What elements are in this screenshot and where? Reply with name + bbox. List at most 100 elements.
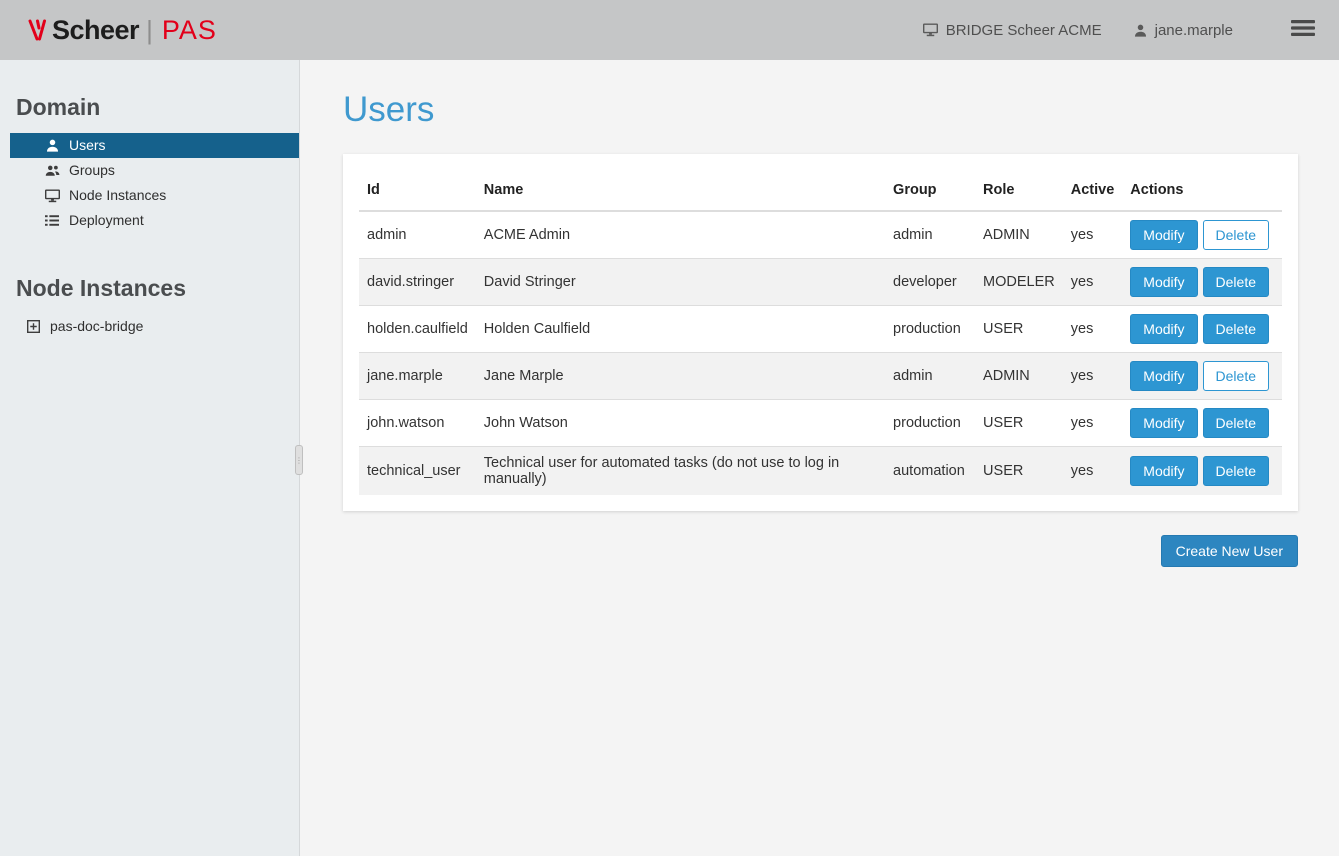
menu-button[interactable] [1291, 19, 1315, 41]
modify-button[interactable]: Modify [1130, 267, 1197, 297]
users-icon [44, 164, 60, 177]
cell-actions: ModifyDelete [1122, 259, 1282, 306]
column-header-active: Active [1063, 170, 1123, 211]
modify-button[interactable]: Modify [1130, 361, 1197, 391]
table-row: adminACME AdminadminADMINyesModifyDelete [359, 211, 1282, 259]
column-header-role: Role [975, 170, 1063, 211]
cell-active: yes [1063, 259, 1123, 306]
top-header: Scheer | PAS BRIDGE Scheer ACME jane.mar… [0, 0, 1339, 60]
cell-name: John Watson [476, 400, 885, 447]
sidebar-item-label: pas-doc-bridge [50, 318, 143, 335]
delete-button[interactable]: Delete [1203, 267, 1269, 297]
cell-actions: ModifyDelete [1122, 211, 1282, 259]
cell-name: Technical user for automated tasks (do n… [476, 447, 885, 496]
logo-divider: | [146, 15, 153, 46]
cell-id: jane.marple [359, 353, 476, 400]
cell-active: yes [1063, 400, 1123, 447]
delete-button[interactable]: Delete [1203, 456, 1269, 486]
user-icon [1134, 24, 1147, 37]
sidebar-item-label: Users [69, 137, 106, 154]
table-row: technical_userTechnical user for automat… [359, 447, 1282, 496]
current-user-label: jane.marple [1155, 22, 1233, 39]
delete-button[interactable]: Delete [1203, 314, 1269, 344]
cell-group: admin [885, 353, 975, 400]
cell-group: developer [885, 259, 975, 306]
brand-name: Scheer [52, 15, 139, 46]
cell-role: ADMIN [975, 353, 1063, 400]
column-header-group: Group [885, 170, 975, 211]
cell-group: admin [885, 211, 975, 259]
create-new-user-button[interactable]: Create New User [1161, 535, 1298, 567]
cell-actions: ModifyDelete [1122, 353, 1282, 400]
cell-role: USER [975, 306, 1063, 353]
column-header-actions: Actions [1122, 170, 1282, 211]
cell-role: USER [975, 400, 1063, 447]
delete-button[interactable]: Delete [1203, 361, 1269, 391]
table-row: holden.caulfieldHolden Caulfieldproducti… [359, 306, 1282, 353]
scheer-mark-icon [27, 18, 47, 42]
cell-id: technical_user [359, 447, 476, 496]
cell-name: Holden Caulfield [476, 306, 885, 353]
brand-logo: Scheer | PAS [27, 15, 217, 46]
header-row: IdNameGroupRoleActiveActions [359, 170, 1282, 211]
desktop-icon [44, 189, 60, 203]
column-header-name: Name [476, 170, 885, 211]
sidebar-item-deployment[interactable]: Deployment [10, 208, 299, 233]
table-row: john.watsonJohn WatsonproductionUSERyesM… [359, 400, 1282, 447]
node-instances-menu: pas-doc-bridge [10, 314, 299, 339]
cell-role: MODELER [975, 259, 1063, 306]
cell-name: ACME Admin [476, 211, 885, 259]
cell-id: holden.caulfield [359, 306, 476, 353]
table-actions-bar: Create New User [343, 535, 1298, 567]
sidebar-item-label: Node Instances [69, 187, 166, 204]
sidebar-resize-handle[interactable]: ⋮ [295, 445, 303, 475]
current-user[interactable]: jane.marple [1134, 22, 1233, 39]
app-layout: Domain Users Groups Node Instances Deployme… [0, 60, 1339, 856]
cell-active: yes [1063, 211, 1123, 259]
bridge-indicator[interactable]: BRIDGE Scheer ACME [923, 22, 1102, 39]
modify-button[interactable]: Modify [1130, 314, 1197, 344]
delete-button[interactable]: Delete [1203, 220, 1269, 250]
node-instances-heading: Node Instances [16, 275, 283, 302]
sidebar-item-users[interactable]: Users [10, 133, 299, 158]
header-right: BRIDGE Scheer ACME jane.marple [923, 19, 1323, 41]
cell-name: David Stringer [476, 259, 885, 306]
domain-menu: Users Groups Node Instances Deployment [10, 133, 299, 233]
cell-actions: ModifyDelete [1122, 306, 1282, 353]
sidebar-item-groups[interactable]: Groups [10, 158, 299, 183]
cell-role: USER [975, 447, 1063, 496]
modify-button[interactable]: Modify [1130, 456, 1197, 486]
cell-actions: ModifyDelete [1122, 400, 1282, 447]
users-table-card: IdNameGroupRoleActiveActions adminACME A… [343, 154, 1298, 511]
cell-name: Jane Marple [476, 353, 885, 400]
modify-button[interactable]: Modify [1130, 220, 1197, 250]
bridge-label: BRIDGE Scheer ACME [946, 22, 1102, 39]
domain-heading: Domain [16, 60, 283, 121]
delete-button[interactable]: Delete [1203, 408, 1269, 438]
cell-id: david.stringer [359, 259, 476, 306]
plus-square-icon [25, 320, 41, 333]
cell-id: john.watson [359, 400, 476, 447]
sidebar: Domain Users Groups Node Instances Deployme… [0, 60, 300, 856]
page-title: Users [343, 90, 1298, 130]
table-body: adminACME AdminadminADMINyesModifyDelete… [359, 211, 1282, 495]
sidebar-item-node-instances[interactable]: Node Instances [10, 183, 299, 208]
users-table: IdNameGroupRoleActiveActions adminACME A… [359, 170, 1282, 495]
modify-button[interactable]: Modify [1130, 408, 1197, 438]
cell-group: automation [885, 447, 975, 496]
table-header: IdNameGroupRoleActiveActions [359, 170, 1282, 211]
desktop-icon [923, 23, 938, 37]
list-icon [44, 214, 60, 227]
product-name: PAS [162, 15, 217, 46]
table-row: jane.marpleJane MarpleadminADMINyesModif… [359, 353, 1282, 400]
cell-active: yes [1063, 306, 1123, 353]
cell-group: production [885, 306, 975, 353]
sidebar-item-label: Groups [69, 162, 115, 179]
cell-active: yes [1063, 447, 1123, 496]
user-icon [44, 139, 60, 152]
column-header-id: Id [359, 170, 476, 211]
sidebar-item-label: Deployment [69, 212, 144, 229]
bars-icon [1291, 19, 1315, 41]
cell-group: production [885, 400, 975, 447]
sidebar-item-pas-doc-bridge[interactable]: pas-doc-bridge [10, 314, 299, 339]
